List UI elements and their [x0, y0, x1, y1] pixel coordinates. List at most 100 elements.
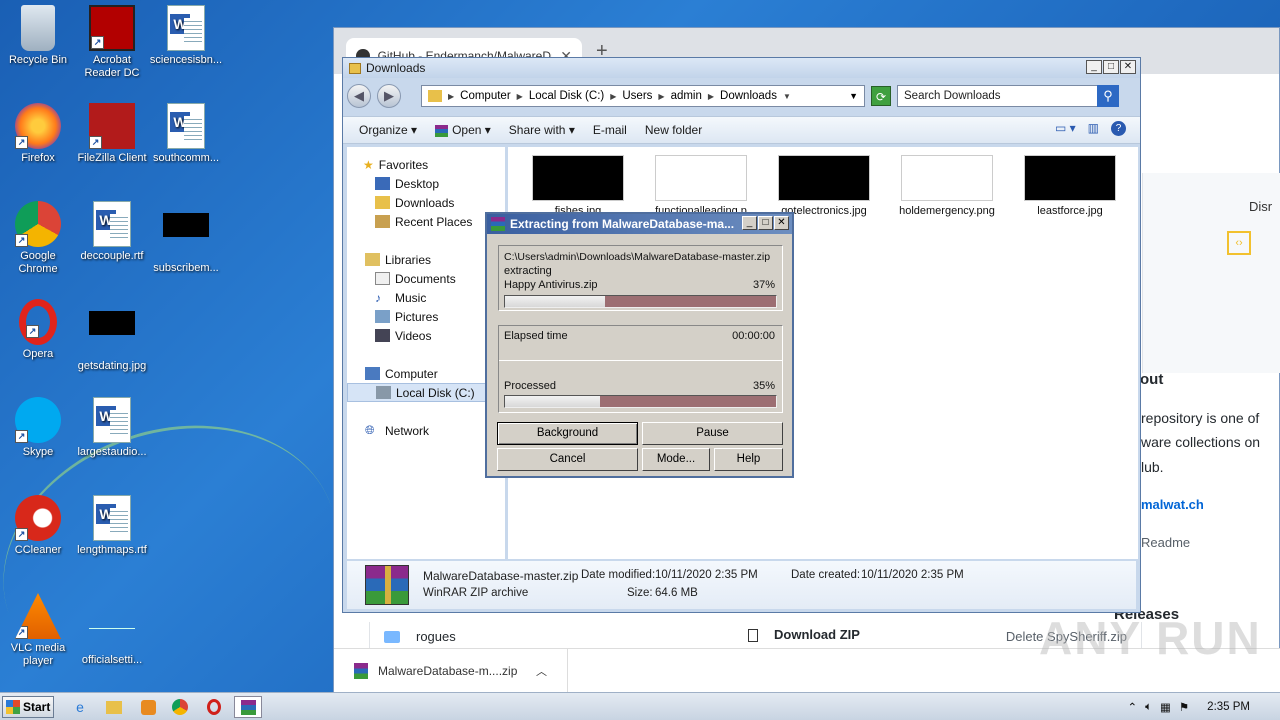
details-filename: MalwareDatabase-master.zip — [423, 569, 579, 583]
readme-link[interactable]: Readme — [1141, 535, 1190, 550]
image-thumb-icon — [89, 605, 135, 651]
background-button[interactable]: Background — [497, 422, 638, 445]
website-link[interactable]: malwat.ch — [1141, 497, 1204, 512]
help-icon[interactable]: ? — [1111, 121, 1126, 136]
file-item[interactable]: holdemergency.png — [890, 155, 1004, 217]
taskbar-ie-icon[interactable]: e — [66, 696, 94, 718]
desktop-icon-item[interactable]: deccouple.rtf — [74, 201, 150, 263]
desktop-icon-label: Skype — [22, 446, 54, 458]
system-tray: ⌃ 🔈︎ ▦ ⚑ 2:35 PM — [1127, 693, 1280, 720]
nav-favorites[interactable]: ★ Favorites — [363, 155, 519, 174]
breadcrumb-downloads[interactable]: Downloads — [720, 90, 777, 102]
taskbar-chrome-icon[interactable] — [166, 696, 194, 718]
dialog-maximize-button[interactable]: □ — [758, 216, 773, 230]
address-dropdown-icon[interactable]: ▼ — [849, 91, 858, 101]
breadcrumb-admin[interactable]: admin — [671, 90, 702, 102]
network-tray-icon[interactable]: ▦ — [1160, 700, 1171, 714]
download-item[interactable]: MalwareDatabase-m....zip ︿ — [334, 649, 568, 693]
desktop-icon-item[interactable]: sciencesisbn... — [148, 5, 224, 67]
desktop-icon-item[interactable]: ↗ Acrobat Reader DC — [74, 5, 150, 80]
maximize-button[interactable]: □ — [1103, 60, 1119, 74]
help-button[interactable]: Help — [714, 448, 783, 471]
share-with-button[interactable]: Share with ▾ — [501, 120, 583, 140]
size-label: Size: — [627, 587, 653, 599]
explorer-title: Downloads — [366, 61, 426, 75]
action-center-icon[interactable]: ⚑ — [1179, 700, 1189, 714]
file-item[interactable]: fishes.jpg — [521, 155, 635, 217]
shortcut-arrow-icon: ↗ — [89, 136, 102, 149]
elapsed-value: 00:00:00 — [732, 330, 775, 342]
file-item[interactable]: leastforce.jpg — [1013, 155, 1127, 217]
desktop-icon-item[interactable]: Recycle Bin — [0, 5, 76, 67]
filezilla-icon: ↗ — [89, 103, 135, 149]
shortcut-arrow-icon: ↗ — [91, 36, 104, 49]
chevron-up-icon[interactable]: ︿ — [536, 663, 547, 679]
refresh-button[interactable]: ⟳ — [871, 86, 891, 106]
dialog-title-bar[interactable]: Extracting from MalwareDatabase-ma... _ … — [487, 214, 792, 234]
view-options-icon[interactable]: ▭ ▾ — [1055, 121, 1076, 136]
desktop-icon-item[interactable]: lengthmaps.rtf — [74, 495, 150, 557]
dialog-close-button[interactable]: ✕ — [774, 216, 789, 230]
address-bar[interactable]: ▶ Computer ▶ Local Disk (C:) ▶ Users ▶ a… — [421, 85, 865, 107]
back-button[interactable]: ◀ — [347, 84, 371, 108]
desktop-icon-item[interactable]: officialsetti... — [74, 593, 150, 667]
breadcrumb-local-disk[interactable]: Local Disk (C:) — [529, 90, 604, 102]
search-icon[interactable]: ⚲ — [1097, 85, 1119, 107]
volume-icon[interactable]: 🔈︎ — [1145, 701, 1152, 714]
new-folder-button[interactable]: New folder — [637, 120, 710, 140]
desktop-icon-item[interactable]: largestaudio... — [74, 397, 150, 459]
explorer-title-bar[interactable]: Downloads _ □ ✕ — [343, 58, 1140, 78]
desktop-icon-item[interactable]: ↗ FileZilla Client — [74, 103, 150, 165]
forward-button[interactable]: ▶ — [377, 84, 401, 108]
tray-expand-icon[interactable]: ⌃ — [1127, 700, 1137, 714]
taskbar-explorer-icon[interactable] — [100, 696, 128, 718]
cancel-button[interactable]: Cancel — [497, 448, 638, 471]
breadcrumb-computer[interactable]: Computer — [460, 90, 511, 102]
taskbar-media-player-icon[interactable] — [134, 696, 162, 718]
winrar-title-icon — [491, 217, 505, 231]
close-button[interactable]: ✕ — [1120, 60, 1136, 74]
desktop-icon-item[interactable]: ↗ Skype — [0, 397, 76, 459]
nav-local-disk[interactable]: Local Disk (C:) — [347, 383, 503, 402]
desktop-icon-label: sciencesisbn... — [149, 54, 223, 66]
word-doc-icon — [163, 5, 209, 51]
taskbar-opera-icon[interactable] — [200, 696, 228, 718]
pause-button[interactable]: Pause — [642, 422, 783, 445]
zip-icon — [748, 629, 758, 643]
nav-libraries-label: Libraries — [385, 252, 432, 267]
desktop-icon-item[interactable]: southcomm... — [148, 103, 224, 165]
nav-computer-label: Computer — [385, 366, 438, 381]
search-input[interactable]: Search Downloads ⚲ — [897, 85, 1119, 107]
desktop-icon-item[interactable]: ↗ Opera — [0, 299, 76, 361]
start-button[interactable]: Start — [2, 696, 54, 718]
desktop-icon-item[interactable]: ↗ VLC media player — [0, 593, 76, 668]
email-button[interactable]: E-mail — [585, 120, 635, 140]
open-button[interactable]: Open ▾ — [427, 120, 499, 140]
organize-button[interactable]: Organize ▾ — [351, 120, 425, 140]
downloads-folder-icon — [375, 196, 390, 209]
breadcrumb-users[interactable]: Users — [622, 90, 652, 102]
date-created-value: 10/11/2020 2:35 PM — [861, 569, 964, 581]
desktop-icon-item[interactable]: getsdating.jpg — [74, 299, 150, 373]
file-thumbnail — [901, 155, 993, 201]
skype-icon: ↗ — [15, 397, 61, 443]
download-zip-button[interactable]: Download ZIP — [748, 627, 860, 643]
github-side-panel: Disr ‹› — [1142, 173, 1280, 373]
desktop-icon-item[interactable]: ↗ Google Chrome — [0, 201, 76, 276]
desktop-icon-item[interactable]: ↗ CCleaner — [0, 495, 76, 557]
desktop-icon-label: southcomm... — [152, 152, 220, 164]
mode-button[interactable]: Mode... — [642, 448, 710, 471]
dialog-minimize-button[interactable]: _ — [742, 216, 757, 230]
star-icon: ★ — [363, 157, 374, 172]
file-thumbnail — [778, 155, 870, 201]
opera-icon: ↗ — [19, 299, 57, 345]
tray-time[interactable]: 2:35 PM — [1207, 701, 1250, 713]
file-item[interactable]: functionalleading.p — [644, 155, 758, 217]
minimize-button[interactable]: _ — [1086, 60, 1102, 74]
desktop-icon-item[interactable]: subscribem... — [148, 201, 224, 275]
desktop-icon-item[interactable]: ↗ Firefox — [0, 103, 76, 165]
preview-pane-icon[interactable]: ▥ — [1088, 121, 1099, 136]
taskbar-winrar-icon[interactable] — [234, 696, 262, 718]
row-folder-name[interactable]: rogues — [416, 629, 456, 644]
file-item[interactable]: gotelectronics.jpg — [767, 155, 881, 217]
